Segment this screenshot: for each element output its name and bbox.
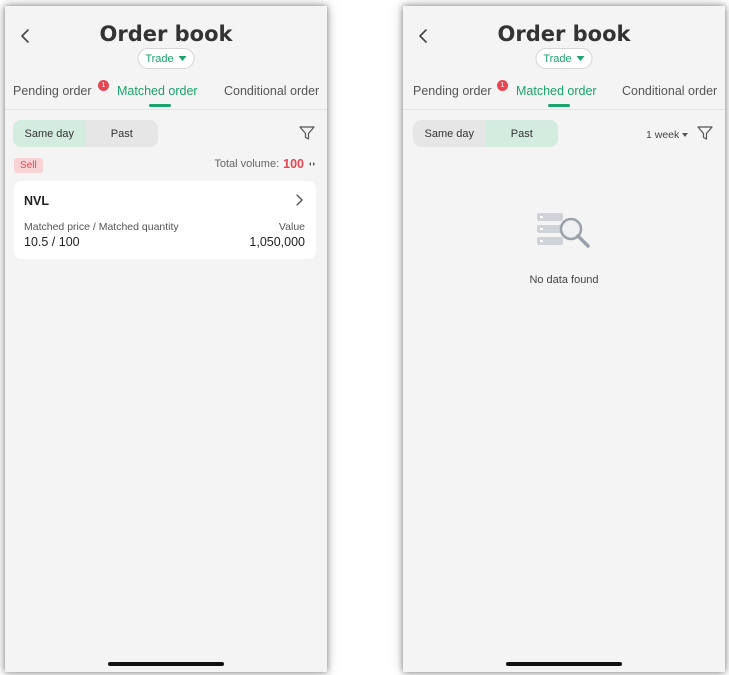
chevron-right-icon (296, 194, 303, 206)
order-book-screen-same-day: Order book Trade Pending order 1 Matched… (5, 6, 327, 672)
period-dropdown[interactable]: 1 week (646, 129, 689, 141)
matched-price-quantity-value: 10.5 / 100 (24, 235, 80, 249)
home-indicator (506, 662, 622, 666)
tab-conditional-order[interactable]: Conditional order (224, 84, 319, 98)
tab-conditional-order[interactable]: Conditional order (622, 84, 717, 98)
value-label: Value (278, 221, 305, 233)
period-label: 1 week (646, 129, 680, 141)
page-title: Order book (99, 22, 233, 46)
total-volume: Total volume: 100 (214, 157, 316, 171)
no-data-search-icon (537, 213, 590, 248)
sort-arrows-icon[interactable] (308, 160, 316, 168)
order-book-screen-past: Order book Trade Pending order 1 Matched… (403, 6, 725, 672)
empty-state-text: No data found (529, 274, 599, 286)
segment-past[interactable]: Past (485, 120, 558, 147)
segment-same-day[interactable]: Same day (13, 120, 86, 147)
trade-dropdown-label: Trade (543, 52, 572, 65)
tab-pending-order[interactable]: Pending order (413, 84, 492, 98)
tab-matched-order[interactable]: Matched order (516, 84, 597, 98)
trade-dropdown[interactable]: Trade (137, 48, 195, 69)
tab-pending-order[interactable]: Pending order (13, 84, 92, 98)
date-range-segment: Same day Past (413, 120, 558, 147)
trade-dropdown-label: Trade (145, 52, 174, 65)
date-range-segment: Same day Past (13, 120, 158, 147)
matched-order-card[interactable]: NVL Matched price / Matched quantity 10.… (14, 181, 316, 259)
segment-past[interactable]: Past (86, 120, 159, 147)
pending-count-badge: 1 (98, 80, 109, 91)
tab-matched-order[interactable]: Matched order (117, 84, 198, 98)
segment-same-day[interactable]: Same day (413, 120, 486, 147)
caret-down-icon (576, 56, 585, 61)
total-volume-value: 100 (283, 157, 304, 171)
trade-dropdown[interactable]: Trade (535, 48, 593, 69)
matched-price-quantity-label: Matched price / Matched quantity (24, 221, 179, 233)
active-tab-indicator (548, 104, 570, 107)
filter-icon[interactable] (298, 124, 316, 142)
order-symbol: NVL (24, 194, 49, 208)
caret-down-icon (682, 133, 689, 137)
sell-badge: Sell (14, 158, 43, 173)
filter-icon[interactable] (696, 124, 714, 142)
pending-count-badge: 1 (497, 80, 508, 91)
value-amount: 1,050,000 (249, 235, 305, 249)
home-indicator (108, 662, 224, 666)
caret-down-icon (178, 56, 187, 61)
page-title: Order book (497, 22, 631, 46)
total-volume-label: Total volume: (214, 158, 280, 170)
active-tab-indicator (149, 104, 171, 107)
